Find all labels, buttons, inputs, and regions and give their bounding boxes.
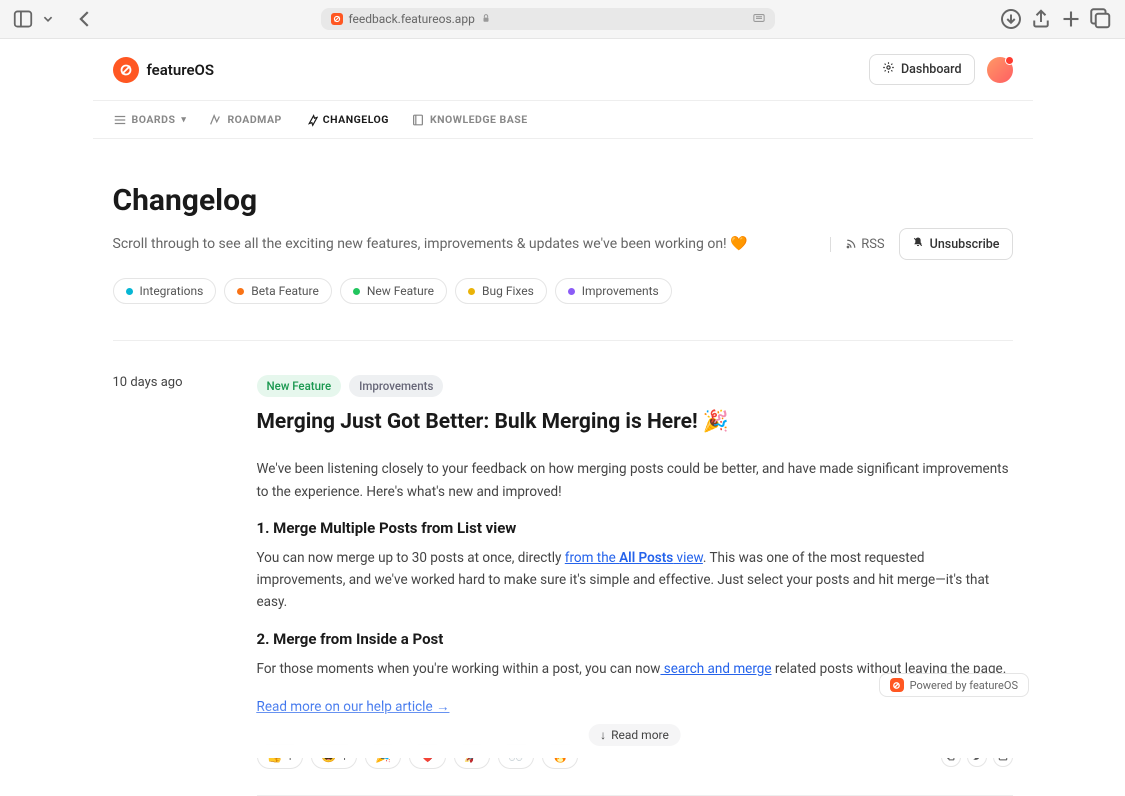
reaction-emoji: 🔥 xyxy=(552,749,568,764)
gear-icon xyxy=(882,61,895,78)
tab-knowledge-base[interactable]: KNOWLEDGE BASE xyxy=(411,113,528,127)
tab-boards[interactable]: BOARDS ▾ xyxy=(113,113,187,127)
reaction-button[interactable]: ❤️ xyxy=(409,744,445,769)
dot-icon xyxy=(126,288,133,295)
search-merge-link[interactable]: search and merge xyxy=(660,661,771,677)
powered-by-badge[interactable]: Powered by featureOS xyxy=(879,673,1029,697)
copy-link-button[interactable] xyxy=(941,747,961,767)
filter-chip[interactable]: Improvements xyxy=(555,278,672,304)
dot-icon xyxy=(568,288,575,295)
entry-title[interactable]: Merging Just Got Better: Bulk Merging is… xyxy=(257,409,1013,436)
all-posts-link[interactable]: from the All Posts view xyxy=(565,550,703,566)
brand-name: featureOS xyxy=(147,61,215,79)
site-favicon xyxy=(331,13,343,25)
reader-icon[interactable] xyxy=(753,12,765,26)
filter-chip[interactable]: Integrations xyxy=(113,278,217,304)
back-icon[interactable] xyxy=(74,8,96,30)
reaction-count: 1 xyxy=(287,750,293,763)
entry-date: 10 days ago xyxy=(113,375,217,796)
page-title: Changelog xyxy=(113,183,1013,218)
dot-icon xyxy=(237,288,244,295)
email-share-button[interactable] xyxy=(993,747,1013,767)
reaction-button[interactable]: 🚀 xyxy=(454,744,490,769)
filter-chip[interactable]: New Feature xyxy=(340,278,447,304)
entry-heading-1: 1. Merge Multiple Posts from List view xyxy=(257,519,1013,537)
dot-icon xyxy=(468,288,475,295)
dot-icon xyxy=(353,288,360,295)
main-content: Changelog Scroll through to see all the … xyxy=(93,139,1033,796)
reaction-emoji: ❤️ xyxy=(419,749,435,764)
lock-icon xyxy=(481,12,491,26)
read-more-button[interactable]: ↓ Read more xyxy=(588,724,681,746)
url-bar[interactable]: feedback.featureos.app xyxy=(321,8,775,30)
reaction-button[interactable]: 😀1 xyxy=(311,744,357,769)
arrow-down-icon: ↓ xyxy=(600,728,606,742)
bell-off-icon xyxy=(912,236,924,252)
tab-changelog[interactable]: CHANGELOG xyxy=(304,113,389,127)
filter-chip[interactable]: Beta Feature xyxy=(224,278,332,304)
reaction-emoji: 😀 xyxy=(321,749,337,764)
reaction-emoji: 🚀 xyxy=(464,749,480,764)
unsubscribe-button[interactable]: Unsubscribe xyxy=(899,228,1013,260)
new-tab-icon[interactable] xyxy=(1059,7,1083,31)
reaction-emoji: 🎉 xyxy=(375,749,391,764)
site-header-wrapper: featureOS Dashboard BOARDS ▾ ROADMAP CHA… xyxy=(0,39,1125,139)
entry-heading-2: 2. Merge from Inside a Post xyxy=(257,630,1013,648)
reaction-button[interactable]: 🔥 xyxy=(542,744,578,769)
dashboard-label: Dashboard xyxy=(901,62,961,77)
brand-logo-icon xyxy=(113,57,139,83)
divider xyxy=(113,340,1013,341)
help-article-link[interactable]: Read more on our help article → xyxy=(257,699,450,715)
downloads-icon[interactable] xyxy=(999,7,1023,31)
avatar[interactable] xyxy=(987,57,1013,83)
chevron-down-icon[interactable] xyxy=(42,8,54,30)
tab-roadmap[interactable]: ROADMAP xyxy=(208,113,281,127)
changelog-entry: 10 days ago New Feature Improvements Mer… xyxy=(113,375,1013,796)
brand[interactable]: featureOS xyxy=(113,57,215,83)
reactions: 👍1😀1🎉❤️🚀👀🔥 xyxy=(257,744,579,769)
reaction-emoji: 👍 xyxy=(267,749,283,764)
reaction-button[interactable]: 🎉 xyxy=(365,744,401,769)
filter-chip-label: Integrations xyxy=(140,284,204,298)
site-header: featureOS Dashboard xyxy=(93,39,1033,101)
share-buttons xyxy=(941,747,1013,767)
reaction-button[interactable]: 👀 xyxy=(498,744,534,769)
browser-toolbar: feedback.featureos.app xyxy=(0,0,1125,39)
tag-improvements[interactable]: Improvements xyxy=(349,375,443,397)
nav-tabs: BOARDS ▾ ROADMAP CHANGELOG KNOWLEDGE BAS… xyxy=(93,101,1033,139)
dashboard-button[interactable]: Dashboard xyxy=(869,54,974,85)
twitter-share-button[interactable] xyxy=(967,747,987,767)
rss-link[interactable]: RSS xyxy=(830,237,884,252)
filter-chip[interactable]: Bug Fixes xyxy=(455,278,547,304)
filter-chip-label: Bug Fixes xyxy=(482,284,534,298)
chevron-down-icon: ▾ xyxy=(181,115,186,125)
tag-new-feature[interactable]: New Feature xyxy=(257,375,342,397)
featureos-logo-icon xyxy=(890,678,904,692)
reaction-emoji: 👀 xyxy=(508,749,524,764)
page-subtitle: Scroll through to see all the exciting n… xyxy=(113,236,815,252)
share-icon[interactable] xyxy=(1029,7,1053,31)
entry-paragraph-1: You can now merge up to 30 posts at once… xyxy=(257,547,1013,614)
filter-chips: Integrations Beta Feature New Feature Bug F… xyxy=(113,278,1013,304)
filter-chip-label: Beta Feature xyxy=(251,284,319,298)
tabs-icon[interactable] xyxy=(1089,7,1113,31)
url-text: feedback.featureos.app xyxy=(349,12,475,26)
sidebar-toggle-icon[interactable] xyxy=(12,8,34,30)
filter-chip-label: Improvements xyxy=(582,284,659,298)
filter-chip-label: New Feature xyxy=(367,284,434,298)
reaction-button[interactable]: 👍1 xyxy=(257,744,303,769)
entry-intro: We've been listening closely to your fee… xyxy=(257,458,1013,503)
reaction-count: 1 xyxy=(341,750,347,763)
